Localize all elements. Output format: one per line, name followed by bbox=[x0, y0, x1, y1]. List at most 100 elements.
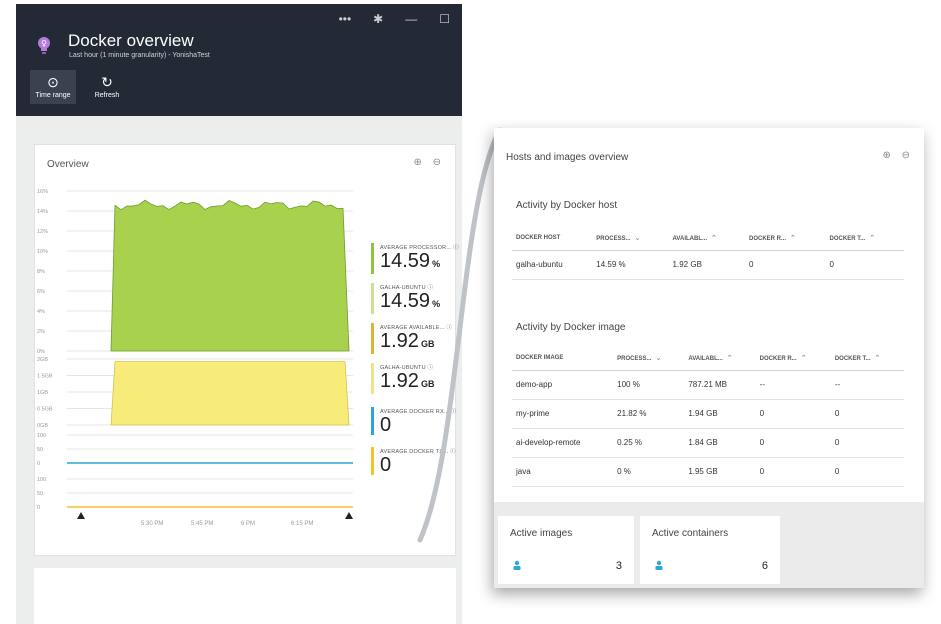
overview-card: Overview ⊕ ⊖ 16% 14% 12% 10% 8% 6% 4% 2% 0% 2GB 1.… bbox=[34, 144, 459, 556]
host-column-header[interactable]: DOCKER T... ⌃ bbox=[825, 226, 904, 251]
range-end-handle bbox=[345, 512, 353, 519]
table-cell: 787.21 MB bbox=[684, 370, 756, 400]
y-tick-label: 100 bbox=[37, 477, 46, 483]
sort-icon[interactable]: ⌃ bbox=[711, 235, 717, 242]
refresh-button[interactable]: ↻ Refresh bbox=[84, 70, 130, 104]
y-tick-label: 2GB bbox=[37, 357, 48, 363]
sort-icon[interactable]: ⌃ bbox=[869, 235, 875, 242]
table-cell: 1.94 GB bbox=[684, 399, 756, 429]
host-section-title: Activity by Docker host bbox=[516, 200, 618, 211]
table-cell: my-prime bbox=[512, 399, 614, 429]
time-range-button[interactable]: ⊙ Time range bbox=[30, 70, 76, 104]
table-cell: 14.59 % bbox=[592, 250, 669, 280]
blade-header: ••• ✱ — ☐ ♀ Docker overview Last hour (1… bbox=[16, 4, 462, 116]
more-icon[interactable]: ••• bbox=[339, 12, 352, 26]
active-images-tile[interactable]: Active images 3 bbox=[498, 516, 634, 584]
table-cell: 21.82 % bbox=[613, 399, 685, 429]
series-area bbox=[110, 199, 350, 352]
panel-zoom-icons[interactable]: ⊕ ⊖ bbox=[882, 150, 914, 161]
image-section-title: Activity by Docker image bbox=[516, 322, 626, 333]
y-tick-label: 16% bbox=[37, 189, 48, 195]
lightbulb-icon: ♀ bbox=[38, 37, 50, 54]
table-row[interactable]: demo-app 100 % 787.21 MB -- -- bbox=[512, 370, 904, 400]
clock-icon: ⊙ bbox=[47, 74, 59, 90]
table-cell: 0.25 % bbox=[613, 428, 685, 458]
image-table: DOCKER IMAGE PROCESS... ⌄ AVAILABL... ⌃ DOCKE… bbox=[512, 346, 904, 487]
x-tick-label: 5:45 PM bbox=[191, 521, 213, 527]
table-cell: 0 bbox=[745, 250, 826, 280]
table-cell: ai-develop-remote bbox=[512, 428, 614, 458]
table-cell: 0 % bbox=[613, 457, 685, 487]
page-title: Docker overview bbox=[68, 31, 194, 50]
docker-overview-blade: ••• ✱ — ☐ ♀ Docker overview Last hour (1… bbox=[16, 4, 462, 624]
image-column-header[interactable]: AVAILABL... ⌃ bbox=[684, 346, 756, 371]
overview-title: Overview bbox=[47, 159, 89, 170]
table-cell: 0 bbox=[830, 399, 904, 429]
image-column-header[interactable]: PROCESS... ⌄ bbox=[613, 346, 685, 371]
active-images-count: 3 bbox=[615, 560, 622, 572]
table-cell: 0 bbox=[755, 457, 831, 487]
table-cell: 1.95 GB bbox=[684, 457, 756, 487]
active-images-label: Active images bbox=[510, 528, 573, 539]
x-tick-label: 6 PM bbox=[241, 521, 255, 527]
table-row[interactable]: galha-ubuntu 14.59 % 1.92 GB 0 0 bbox=[512, 250, 904, 280]
host-column-header[interactable]: AVAILABL... ⌃ bbox=[668, 226, 746, 251]
host-table: DOCKER HOST PROCESS... ⌄ AVAILABL... ⌃ DOCKER… bbox=[512, 226, 904, 280]
image-column-header[interactable]: DOCKER R... ⌃ bbox=[755, 346, 831, 371]
y-tick-label: 4% bbox=[37, 309, 45, 315]
y-tick-label: 10% bbox=[37, 249, 48, 255]
table-cell: -- bbox=[755, 370, 831, 400]
table-cell: demo-app bbox=[512, 370, 614, 400]
refresh-icon: ↻ bbox=[101, 74, 113, 90]
y-tick-label: 8% bbox=[37, 269, 45, 275]
sort-icon[interactable]: ⌃ bbox=[727, 355, 733, 362]
y-tick-label: 0% bbox=[37, 349, 45, 355]
y-tick-label: 50 bbox=[37, 447, 43, 453]
pin-icon[interactable]: ✱ bbox=[373, 12, 383, 26]
host-column-header[interactable]: PROCESS... ⌄ bbox=[592, 226, 669, 251]
table-cell: 1.84 GB bbox=[684, 428, 756, 458]
active-containers-tile[interactable]: Active containers 6 bbox=[640, 516, 780, 584]
y-tick-label: 100 bbox=[37, 433, 46, 439]
maximize-icon[interactable]: ☐ bbox=[439, 12, 450, 26]
time-range-label: Time range bbox=[35, 92, 71, 99]
y-tick-label: 0GB bbox=[37, 423, 48, 429]
sort-icon[interactable]: ⌃ bbox=[801, 355, 807, 362]
table-cell: 1.92 GB bbox=[668, 250, 746, 280]
table-cell: -- bbox=[830, 370, 904, 400]
image-column-header[interactable]: DOCKER IMAGE bbox=[512, 346, 614, 371]
x-tick-label: 5:30 PM bbox=[141, 521, 163, 527]
panel-title: Hosts and images overview bbox=[506, 152, 629, 163]
table-row[interactable]: java 0 % 1.95 GB 0 0 bbox=[512, 457, 904, 487]
hosts-images-main: Hosts and images overview ⊕ ⊖ Activity b… bbox=[494, 128, 924, 502]
sort-icon[interactable]: ⌄ bbox=[635, 235, 641, 242]
minimize-icon[interactable]: — bbox=[405, 12, 417, 26]
host-column-header[interactable]: DOCKER HOST bbox=[512, 226, 593, 251]
sort-icon[interactable]: ⌄ bbox=[655, 355, 661, 362]
user-icon bbox=[513, 560, 521, 570]
table-cell: galha-ubuntu bbox=[512, 250, 593, 280]
page-subtitle: Last hour (1 minute granularity) - Yonis… bbox=[69, 52, 210, 59]
y-tick-label: 2% bbox=[37, 329, 45, 335]
host-column-header[interactable]: DOCKER R... ⌃ bbox=[745, 226, 826, 251]
table-cell: 0 bbox=[755, 399, 831, 429]
toolbar: ⊙ Time range ↻ Refresh bbox=[30, 70, 130, 104]
table-cell: 0 bbox=[825, 250, 904, 280]
series-area bbox=[110, 361, 350, 426]
y-tick-label: 50 bbox=[37, 491, 43, 497]
y-tick-label: 14% bbox=[37, 209, 48, 215]
table-cell: 0 bbox=[830, 457, 904, 487]
table-row[interactable]: my-prime 21.82 % 1.94 GB 0 0 bbox=[512, 399, 904, 429]
x-tick-label: 6:15 PM bbox=[291, 521, 313, 527]
sort-icon[interactable]: ⌃ bbox=[874, 355, 880, 362]
range-start-handle bbox=[77, 512, 85, 519]
y-tick-label: 6% bbox=[37, 289, 45, 295]
table-cell: 0 bbox=[830, 428, 904, 458]
image-column-header[interactable]: DOCKER T... ⌃ bbox=[830, 346, 904, 371]
sort-icon[interactable]: ⌃ bbox=[790, 235, 796, 242]
refresh-label: Refresh bbox=[94, 92, 120, 99]
y-tick-label: 0.5GB bbox=[37, 407, 53, 413]
window-controls: ••• ✱ — ☐ bbox=[339, 12, 450, 26]
table-row[interactable]: ai-develop-remote 0.25 % 1.84 GB 0 0 bbox=[512, 428, 904, 458]
hosts-images-panel: Hosts and images overview ⊕ ⊖ Activity b… bbox=[494, 128, 924, 588]
